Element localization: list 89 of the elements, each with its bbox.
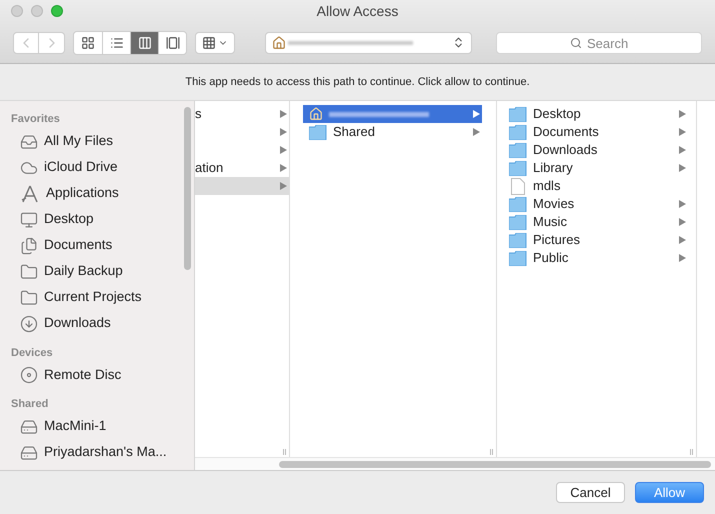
disclosure-arrow-icon — [679, 164, 686, 172]
sidebar-item[interactable]: MacMini-1 — [11, 414, 194, 440]
columns-view-icon — [138, 36, 152, 50]
folder-icon — [20, 288, 38, 306]
disclosure-arrow-icon — [679, 254, 686, 262]
column-resize-handle[interactable] — [690, 449, 693, 455]
sidebar-item[interactable]: Current Projects — [11, 284, 194, 310]
close-button[interactable] — [11, 5, 23, 17]
column-row[interactable]: Public — [503, 249, 688, 267]
window-title: Allow Access — [316, 2, 398, 20]
search-icon — [570, 36, 582, 48]
sidebar-item[interactable]: Downloads — [11, 310, 194, 336]
column-row[interactable] — [303, 105, 482, 123]
disclosure-arrow-icon — [679, 236, 686, 244]
server-icon — [20, 444, 38, 462]
disclosure-arrow-icon — [679, 200, 686, 208]
disc-icon — [20, 366, 38, 384]
folder-icon — [509, 160, 527, 176]
folder-icon — [509, 124, 527, 140]
tray-icon — [20, 132, 38, 150]
column-row[interactable]: s — [195, 105, 289, 123]
sidebar-section-title: Devices — [11, 346, 54, 360]
view-mode-button[interactable] — [130, 32, 158, 54]
sidebar-item[interactable]: Priyadarshan's Ma... — [11, 440, 194, 466]
column-row[interactable]: Music — [503, 213, 688, 231]
arrange-button[interactable] — [195, 32, 235, 54]
home-icon — [272, 36, 286, 50]
sidebar-item[interactable]: All My Files — [11, 128, 194, 154]
column-row[interactable]: Desktop — [503, 105, 688, 123]
column-row[interactable]: Shared — [303, 123, 482, 141]
disclosure-arrow-icon — [473, 128, 480, 136]
disclosure-arrow-icon — [679, 146, 686, 154]
folder-icon — [509, 214, 527, 230]
view-mode-button[interactable] — [102, 32, 130, 54]
disclosure-arrow-icon — [280, 182, 287, 190]
home-icon — [309, 107, 323, 121]
sidebar-item[interactable]: Desktop — [11, 206, 194, 232]
arrange-icon — [202, 36, 216, 50]
folder-icon — [20, 262, 38, 280]
disclosure-arrow-icon — [679, 128, 686, 136]
search-field[interactable]: Search — [496, 32, 702, 54]
documents-icon — [20, 236, 38, 254]
sidebar-section-title: Shared — [11, 397, 50, 412]
column-resize-handle[interactable] — [283, 449, 286, 455]
disclosure-arrow-icon — [280, 110, 287, 118]
sidebar-item[interactable]: iCloud Drive — [11, 154, 194, 180]
scrollbar-thumb[interactable] — [184, 107, 191, 270]
monitor-icon — [20, 210, 38, 228]
column-row[interactable]: mdls — [503, 177, 688, 195]
column-resize-handle[interactable] — [490, 449, 493, 455]
path-popup[interactable] — [265, 32, 472, 54]
apps-icon — [20, 184, 40, 202]
disclosure-arrow-icon — [679, 110, 686, 118]
view-mode-button[interactable] — [158, 32, 186, 54]
sidebar-item[interactable]: Daily Backup — [11, 258, 194, 284]
folder-icon — [509, 232, 527, 248]
message-text: This app needs to access this path to continue. Click allow to continue. — [185, 74, 530, 90]
download-icon — [20, 314, 38, 332]
minimize-button[interactable] — [31, 5, 43, 17]
column-row[interactable]: Documents — [503, 123, 688, 141]
back-button[interactable] — [13, 32, 39, 54]
folder-icon — [509, 142, 527, 158]
column-row[interactable]: Pictures — [503, 231, 688, 249]
disclosure-arrow-icon — [679, 218, 686, 226]
sidebar-section-title: Favorites — [11, 112, 61, 127]
disclosure-arrow-icon — [473, 110, 480, 118]
column-row[interactable]: Downloads — [503, 141, 688, 159]
disclosure-arrow-icon — [280, 146, 287, 154]
column-row[interactable]: Library — [503, 159, 688, 177]
folder-icon — [509, 250, 527, 266]
forward-button[interactable] — [39, 32, 65, 54]
disclosure-arrow-icon — [280, 128, 287, 136]
zoom-button[interactable] — [51, 5, 63, 17]
folder-icon — [509, 196, 527, 212]
column-row[interactable]: Movies — [503, 195, 688, 213]
server-icon — [20, 418, 38, 436]
sidebar-item[interactable]: Remote Disc — [11, 362, 194, 388]
folder-icon — [509, 106, 527, 122]
file-icon — [511, 178, 525, 194]
list-view-icon — [110, 36, 124, 50]
grid-view-icon — [81, 36, 95, 50]
horizontal-scrollbar-thumb[interactable] — [279, 460, 711, 468]
view-mode-button[interactable] — [74, 32, 102, 54]
disclosure-arrow-icon — [280, 164, 287, 172]
column-row[interactable]: ation — [195, 159, 289, 177]
sidebar-item[interactable]: Documents — [11, 232, 194, 258]
coverflow-view-icon — [166, 36, 180, 50]
sidebar-item[interactable]: Applications — [11, 180, 194, 206]
cancel-button[interactable]: Cancel — [556, 482, 625, 503]
